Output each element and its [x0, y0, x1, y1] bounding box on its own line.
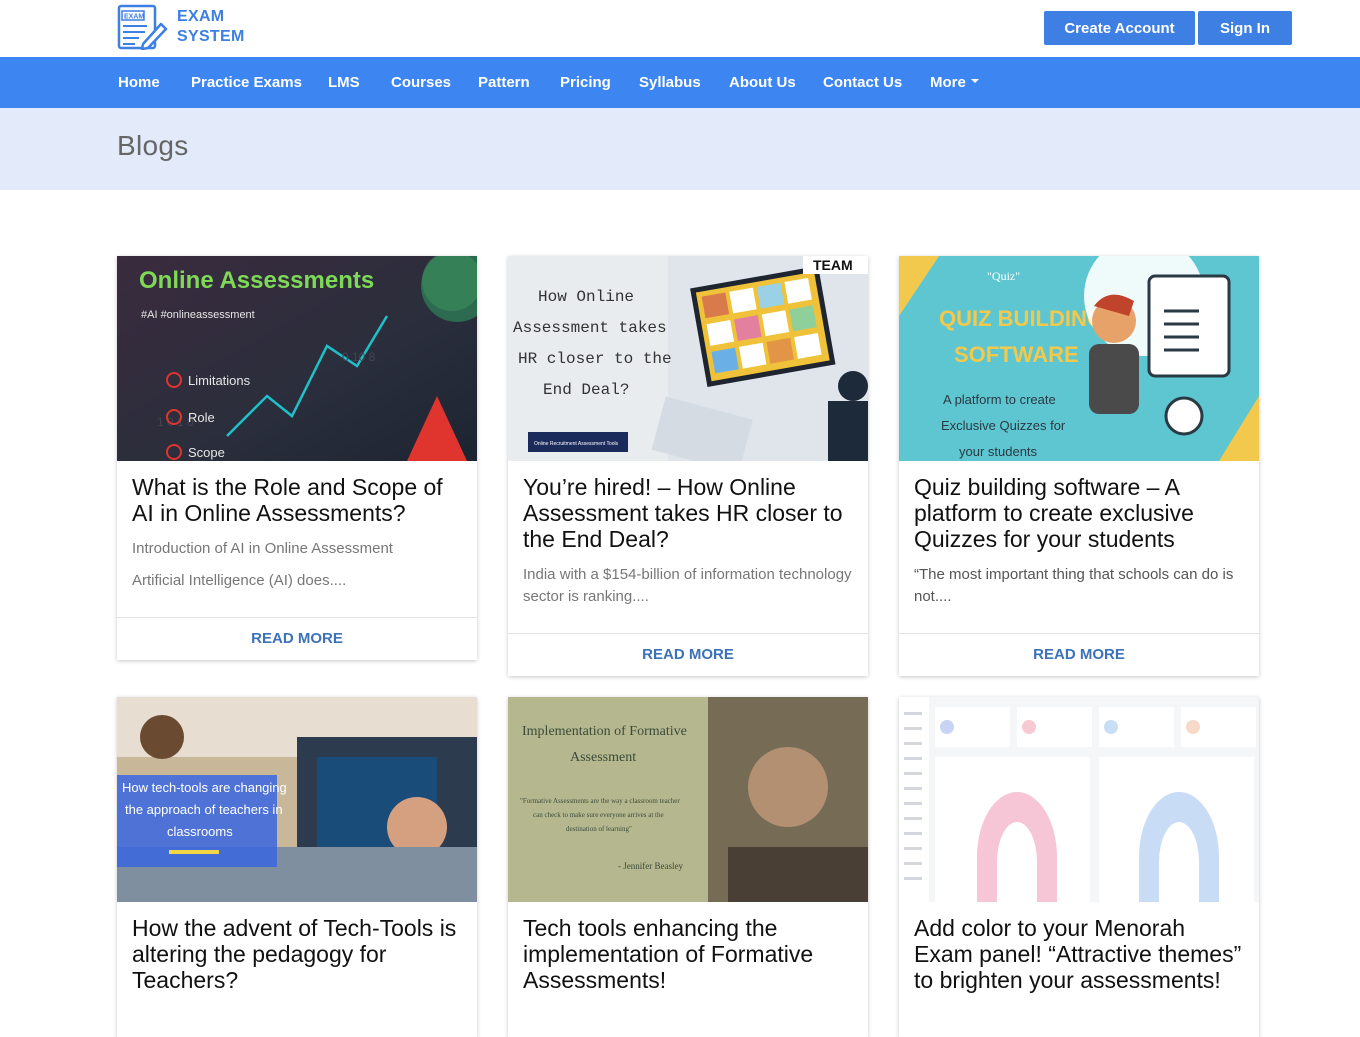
blog-card-image[interactable]: [899, 697, 1259, 902]
sign-in-button[interactable]: Sign In: [1198, 11, 1292, 45]
blog-card-image[interactable]: 1 0 1 00 10 8 Online Assessments #AI #on…: [117, 256, 477, 461]
blog-card-image[interactable]: Online Recruitment Assessment Tools How …: [508, 256, 868, 461]
blog-card-excerpt-2: Artificial Intelligence (AI) does....: [132, 572, 347, 589]
svg-text:Online Assessments: Online Assessments: [139, 267, 374, 294]
create-account-button[interactable]: Create Account: [1044, 11, 1195, 45]
read-more-link[interactable]: READ MORE: [117, 617, 477, 660]
svg-text:"Formative Assessments are the: "Formative Assessments are the way a cla…: [520, 797, 680, 805]
svg-text:HR closer to the: HR closer to the: [518, 350, 672, 368]
main-nav: Home Practice Exams LMS Courses Pattern …: [0, 57, 1360, 108]
tech-tools-classroom-photo: How tech-tools are changing the approach…: [117, 697, 477, 902]
svg-text:QUIZ BUILDING: QUIZ BUILDING: [939, 306, 1104, 331]
blog-card: 1 0 1 00 10 8 Online Assessments #AI #on…: [117, 256, 477, 660]
blog-card-image[interactable]: Implementation of Formative Assessment "…: [508, 697, 868, 902]
svg-text:Implementation of Formative: Implementation of Formative: [522, 724, 687, 739]
nav-lms[interactable]: LMS: [328, 57, 360, 108]
svg-text:Assessment: Assessment: [570, 750, 636, 765]
blog-card: Implementation of Formative Assessment "…: [508, 697, 868, 1037]
svg-text:How tech-tools are changing: How tech-tools are changing: [122, 780, 287, 795]
blog-card: Online Recruitment Assessment Tools How …: [508, 256, 868, 676]
nav-contact-us[interactable]: Contact Us: [823, 57, 902, 108]
quiz-software-illustration: "Quiz" QUIZ BUILDING SOFTWARE A platform…: [899, 256, 1259, 461]
nav-syllabus[interactable]: Syllabus: [639, 57, 701, 108]
svg-text:your students: your students: [959, 444, 1038, 459]
blog-card-image[interactable]: "Quiz" QUIZ BUILDING SOFTWARE A platform…: [899, 256, 1259, 461]
svg-text:A platform to create: A platform to create: [943, 392, 1056, 407]
blog-card: Add color to your Menorah Exam panel! “A…: [899, 697, 1259, 1037]
svg-text:TEAM: TEAM: [813, 257, 853, 273]
svg-text:How Online: How Online: [538, 288, 634, 306]
svg-text:EXAM: EXAM: [124, 14, 144, 21]
caret-down-icon: [970, 79, 979, 84]
exam-logo-icon: EXAM: [117, 4, 168, 50]
blog-card: How tech-tools are changing the approach…: [117, 697, 477, 1037]
nav-about-us[interactable]: About Us: [729, 57, 796, 108]
nav-courses[interactable]: Courses: [391, 57, 451, 108]
read-more-link[interactable]: READ MORE: [508, 633, 868, 676]
svg-text:End Deal?: End Deal?: [543, 381, 629, 399]
blog-card-excerpt: India with a $154-billion of information…: [523, 566, 852, 605]
blog-card-image[interactable]: How tech-tools are changing the approach…: [117, 697, 477, 902]
page-banner: Blogs: [0, 108, 1360, 190]
blog-card: "Quiz" QUIZ BUILDING SOFTWARE A platform…: [899, 256, 1259, 676]
dashboard-theme-screenshot: [899, 697, 1259, 902]
nav-more-label: More: [930, 74, 966, 91]
blog-card-title[interactable]: Tech tools enhancing the implementation …: [523, 915, 858, 993]
nav-more[interactable]: More: [930, 57, 979, 108]
svg-text:"Quiz": "Quiz": [987, 269, 1020, 283]
svg-text:Scope: Scope: [188, 445, 225, 460]
read-more-link[interactable]: READ MORE: [899, 633, 1259, 676]
hr-assessment-illustration: Online Recruitment Assessment Tools How …: [508, 256, 868, 461]
svg-text:classrooms: classrooms: [167, 824, 233, 839]
svg-text:the approach of teachers in: the approach of teachers in: [125, 802, 283, 817]
svg-text:Exclusive Quizzes for: Exclusive Quizzes for: [941, 418, 1066, 433]
svg-text:destination of learning": destination of learning": [566, 825, 632, 833]
blog-card-excerpt: Introduction of AI in Online Assessment: [132, 540, 393, 557]
nav-home[interactable]: Home: [118, 57, 160, 108]
blog-card-title[interactable]: You’re hired! – How Online Assessment ta…: [523, 474, 858, 552]
blog-card-title[interactable]: Quiz building software – A platform to c…: [914, 474, 1249, 552]
svg-text:SOFTWARE: SOFTWARE: [954, 342, 1079, 367]
svg-text:#AI #onlineassessment: #AI #onlineassessment: [141, 309, 255, 321]
logo-text: EXAM SYSTEM: [177, 7, 245, 47]
page-title: Blogs: [117, 130, 189, 161]
svg-text:can check to make sure everyon: can check to make sure everyone arrives …: [533, 811, 664, 819]
nav-pattern[interactable]: Pattern: [478, 57, 530, 108]
online-assessments-illustration: 1 0 1 00 10 8 Online Assessments #AI #on…: [117, 256, 477, 461]
logo-line-1: EXAM: [177, 8, 225, 25]
blog-card-title[interactable]: What is the Role and Scope of AI in Onli…: [132, 474, 467, 526]
blog-card-title[interactable]: Add color to your Menorah Exam panel! “A…: [914, 915, 1249, 993]
nav-pricing[interactable]: Pricing: [560, 57, 611, 108]
top-header: EXAM EXAM SYSTEM Create Account Sign In: [0, 0, 1360, 57]
site-logo[interactable]: EXAM EXAM SYSTEM: [117, 4, 245, 50]
logo-line-2: SYSTEM: [177, 28, 245, 45]
svg-text:Online Recruitment Assessment: Online Recruitment Assessment Tools: [534, 441, 619, 447]
formative-assessment-photo: Implementation of Formative Assessment "…: [508, 697, 868, 902]
svg-text:Role: Role: [188, 410, 215, 425]
svg-text:0 10 8: 0 10 8: [342, 350, 376, 364]
svg-text:Limitations: Limitations: [188, 373, 251, 388]
svg-text:- Jennifer Beasley: - Jennifer Beasley: [618, 861, 683, 871]
blog-card-title[interactable]: How the advent of Tech-Tools is altering…: [132, 915, 467, 993]
blog-card-excerpt: “The most important thing that schools c…: [914, 566, 1234, 605]
svg-text:Assessment takes: Assessment takes: [513, 319, 667, 337]
nav-practice-exams[interactable]: Practice Exams: [191, 57, 302, 108]
